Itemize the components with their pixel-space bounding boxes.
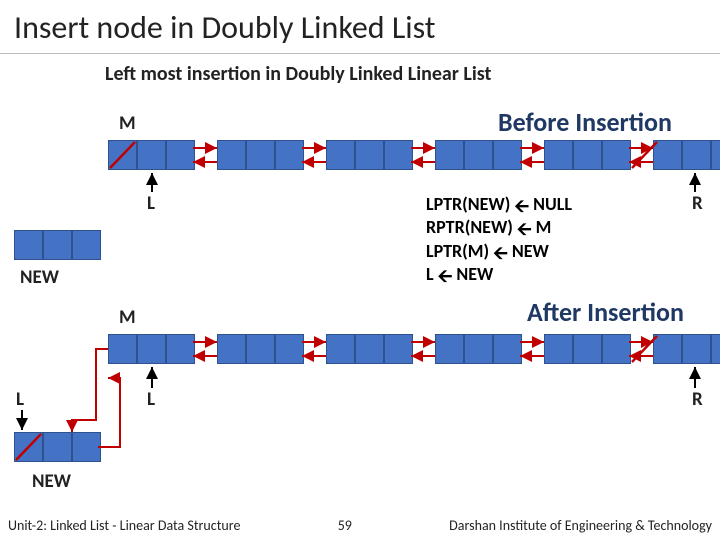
slide-number: 59 [240, 517, 449, 534]
node-cell [326, 140, 355, 170]
left-arrow-icon: 🡨 [493, 242, 508, 265]
node-cell [326, 334, 355, 364]
gap [631, 334, 653, 364]
node-cell [43, 230, 72, 260]
node-cell [682, 140, 711, 170]
node-cell [355, 140, 384, 170]
node-cell [573, 140, 602, 170]
node-cell [166, 334, 195, 364]
gap [413, 140, 435, 170]
label-m-after: M [119, 306, 136, 329]
list-before [108, 140, 720, 170]
node-cell [137, 334, 166, 364]
node-cell [573, 334, 602, 364]
after-insertion-heading: After Insertion [527, 296, 684, 328]
node-cell [653, 334, 682, 364]
gap [304, 334, 326, 364]
gap [413, 334, 435, 364]
node-cell [493, 334, 522, 364]
new-node-before [14, 230, 101, 260]
node-cell [43, 432, 72, 462]
step-3: LPTR(M) 🡨 NEW [426, 240, 572, 263]
slide-title: Insert node in Doubly Linked List [0, 0, 720, 54]
node-cell [464, 334, 493, 364]
node-cell [166, 140, 195, 170]
left-arrow-icon: 🡨 [517, 218, 532, 241]
node-cell [682, 334, 711, 364]
label-new-after: NEW [32, 470, 71, 493]
left-arrow-icon: 🡨 [438, 265, 453, 288]
gap [522, 140, 544, 170]
gap [631, 140, 653, 170]
label-l-after-mid: L [147, 388, 155, 411]
node-cell [653, 140, 682, 170]
node-cell [108, 140, 137, 170]
node-cell [246, 334, 275, 364]
footer-left: Unit-2: Linked List - Linear Data Struct… [0, 517, 240, 534]
label-l-before: L [147, 192, 155, 215]
step-4: L 🡨 NEW [426, 263, 572, 286]
gap [522, 334, 544, 364]
node-cell [72, 230, 101, 260]
node-cell [217, 334, 246, 364]
node-cell [711, 140, 720, 170]
algorithm-steps: LPTR(NEW) 🡨 NULL RPTR(NEW) 🡨 M LPTR(M) 🡨… [426, 193, 572, 287]
node-cell [108, 334, 137, 364]
gap [304, 140, 326, 170]
gap [195, 334, 217, 364]
node-cell [275, 334, 304, 364]
node-cell [464, 140, 493, 170]
node-cell [493, 140, 522, 170]
footer: Unit-2: Linked List - Linear Data Struct… [0, 510, 720, 540]
step-1: LPTR(NEW) 🡨 NULL [426, 193, 572, 216]
gap [195, 140, 217, 170]
node-cell [435, 334, 464, 364]
before-insertion-heading: Before Insertion [498, 106, 672, 138]
footer-right: Darshan Institute of Engineering & Techn… [449, 517, 720, 534]
node-cell [355, 334, 384, 364]
node-cell [14, 230, 43, 260]
node-cell [544, 334, 573, 364]
left-arrow-icon: 🡨 [514, 195, 529, 218]
node-cell [544, 140, 573, 170]
step-2: RPTR(NEW) 🡨 M [426, 216, 572, 239]
node-cell [14, 432, 43, 462]
node-cell [275, 140, 304, 170]
node-cell [384, 334, 413, 364]
label-m-before: M [119, 112, 136, 135]
node-cell [711, 334, 720, 364]
node-cell [72, 432, 101, 462]
node-cell [246, 140, 275, 170]
list-after [108, 334, 720, 364]
slide-subtitle: Left most insertion in Doubly Linked Lin… [105, 62, 491, 86]
label-new-before: NEW [20, 266, 59, 289]
node-cell [602, 140, 631, 170]
label-r-after: R [692, 388, 703, 411]
label-r-before: R [692, 192, 703, 215]
label-l-after-left: L [16, 388, 24, 411]
node-cell [435, 140, 464, 170]
node-cell [137, 140, 166, 170]
new-node-after [14, 432, 101, 462]
node-cell [217, 140, 246, 170]
node-cell [602, 334, 631, 364]
node-cell [384, 140, 413, 170]
